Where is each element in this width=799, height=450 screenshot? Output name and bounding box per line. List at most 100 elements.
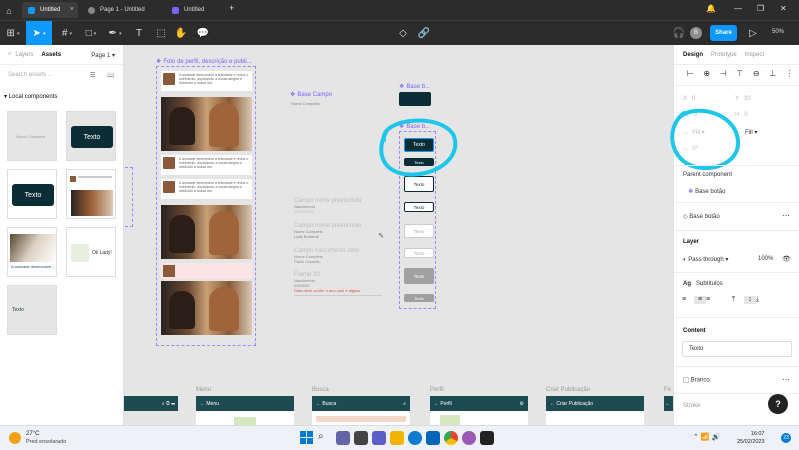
widgets-icon[interactable] [354, 431, 368, 445]
search-icon[interactable]: ⌕ [318, 431, 332, 445]
figma-taskbar-icon[interactable] [480, 431, 494, 445]
tab-untitled-active[interactable]: Untitled × [22, 2, 78, 18]
weather-temp[interactable]: 27°C [26, 431, 39, 437]
component-thumb-4[interactable] [66, 169, 116, 219]
mobile-frame-perfil[interactable]: Perfil ← Perfil ⚙ [430, 387, 528, 425]
close-window-icon[interactable]: ✕ [780, 4, 787, 13]
text-tool-icon[interactable]: T [128, 21, 150, 46]
system-tray-icons[interactable]: ⌃ 📶 🔊 [693, 433, 720, 441]
pen-tool-icon[interactable]: ✒ ▾ [104, 21, 126, 46]
gear-icon[interactable]: ⚙ [520, 401, 524, 407]
text-style-name[interactable]: Subtítulos [696, 281, 723, 287]
maximize-icon[interactable]: ❐ [757, 4, 764, 13]
align-center-h-icon[interactable]: ⊕ [699, 69, 716, 78]
tab-prototype[interactable]: Prototype [711, 52, 737, 58]
tab-inspect[interactable]: Inspect [745, 52, 764, 58]
align-center-v-icon[interactable]: ⊖ [748, 69, 765, 78]
variant-button-disabled-small[interactable]: Texto [404, 294, 434, 302]
library-icon[interactable]: 📖 [107, 72, 114, 79]
edit-icon[interactable]: ✎ [378, 232, 384, 240]
move-tool-icon[interactable]: ➤ ▾ [26, 21, 52, 46]
component-instance[interactable]: ◇ Base botão [683, 213, 720, 220]
new-tab-button[interactable]: + [229, 3, 234, 13]
section-local-components[interactable]: ▾ Local components [0, 93, 123, 100]
y-field[interactable]: Y 30 [735, 96, 751, 102]
align-top-icon[interactable]: ⊤ [732, 69, 749, 78]
tab-design[interactable]: Design [683, 52, 703, 58]
more-options-icon[interactable]: ⋯ [782, 375, 790, 384]
tab-assets[interactable]: Assets [41, 52, 61, 58]
hand-tool-icon[interactable]: ✋ [170, 21, 192, 46]
frame-label-base-b[interactable]: ❖ Base b... [399, 83, 430, 90]
mobile-frame-home[interactable]: ⌕ ◎ ☰ [124, 396, 178, 425]
text-align-center-icon[interactable]: ≡ [694, 296, 706, 304]
back-arrow-icon[interactable]: ← [665, 401, 670, 407]
align-bottom-text-icon[interactable]: ⤓ [756, 296, 768, 304]
chrome-icon[interactable] [444, 431, 458, 445]
component-thumb-1[interactable]: Nome Completo [7, 111, 57, 161]
align-top-text-icon[interactable]: ⤒ [732, 296, 744, 304]
search-icon[interactable]: ⌕ [8, 51, 11, 58]
x-field[interactable]: X 0 [683, 96, 695, 102]
eye-icon[interactable]: 👁 [782, 255, 791, 263]
fill-swatch[interactable]: Branco [683, 377, 710, 384]
comment-tool-icon[interactable]: 💬 [192, 21, 214, 46]
page-selector[interactable]: Page 1 ▾ [91, 52, 115, 59]
edge-icon[interactable] [408, 431, 422, 445]
store-icon[interactable] [426, 431, 440, 445]
align-right-icon[interactable]: ⊣ [715, 69, 732, 78]
tab-untitled-2[interactable]: Untitled [166, 2, 222, 18]
more-options-icon[interactable]: ⋯ [782, 211, 790, 220]
minimize-icon[interactable]: — [734, 4, 742, 13]
frame-tool-icon[interactable]: # ▾ [56, 21, 78, 46]
app-icon[interactable] [462, 431, 476, 445]
variant-button-outline-disabled[interactable]: Texto [404, 224, 434, 238]
component-icon[interactable]: ◇ [392, 21, 414, 46]
frame-foto-perfil[interactable]: A amizade desenvolve a felicidade e redu… [156, 66, 256, 346]
headphones-icon[interactable]: 🎧 [668, 21, 690, 46]
link-icon[interactable]: 🔗 [413, 21, 435, 46]
search-input[interactable]: Search assets... ☰ 📖 [0, 65, 123, 85]
mobile-frame-criar-publicacao[interactable]: Criar Publicação ← Criar Publicação [546, 387, 644, 425]
fill-right-field[interactable]: Fill ▾ [745, 129, 757, 136]
canvas[interactable]: ❖ Foto de perfil, descrição e publi... A … [124, 45, 673, 425]
content-input[interactable]: Texto [682, 341, 792, 357]
task-view-icon[interactable] [336, 431, 350, 445]
clock[interactable]: 16:07 25/02/2023 [737, 430, 765, 446]
list-view-icon[interactable]: ☰ [90, 72, 95, 79]
stroke-section-title[interactable]: Stroke [683, 403, 700, 409]
field-nascimento-zero[interactable]: Campo nascimento zero Nome Completo Paul… [294, 248, 382, 264]
base-button-component[interactable] [399, 92, 431, 106]
share-button[interactable]: Share [710, 25, 737, 41]
shape-tool-icon[interactable]: □ ▾ [80, 21, 102, 46]
close-icon[interactable]: × [70, 6, 74, 13]
search-icon[interactable]: ⌕ [403, 401, 406, 407]
mobile-frame-busca[interactable]: Busca ← Busca ⌕ [312, 387, 410, 425]
field-frame-33[interactable]: Frame 33 Nascimento 00/00/00 Data deve c… [294, 272, 382, 293]
component-thumb-6[interactable]: Oii Lady! [66, 227, 116, 277]
zoom-level[interactable]: 50% [772, 29, 784, 35]
parent-component-link[interactable]: ❖ Base botão [688, 188, 725, 195]
distribute-icon[interactable]: ⋮ [781, 69, 798, 78]
align-left-icon[interactable]: ⊢ [682, 69, 699, 78]
opacity-field[interactable]: 100% [758, 256, 773, 262]
variant-button-outline-disabled-small[interactable]: Texto [404, 248, 434, 258]
main-menu-icon[interactable]: ⊞ ▾ [2, 21, 24, 46]
weather-sun-icon[interactable] [9, 432, 21, 444]
frame-label-foto[interactable]: ❖ Foto de perfil, descrição e publi... [156, 58, 252, 65]
tab-page1-untitled[interactable]: Page 1 - Untitled [82, 2, 162, 18]
windows-start-icon[interactable] [300, 431, 314, 445]
teams-icon[interactable] [372, 431, 386, 445]
align-bottom-icon[interactable]: ⊥ [765, 69, 782, 78]
variant-button-disabled[interactable]: Texto [404, 268, 434, 284]
align-middle-text-icon[interactable]: ↕ [744, 296, 756, 304]
component-thumb-7[interactable]: Texto [7, 285, 57, 335]
mobile-frame-menu[interactable]: Menu ← Menu [196, 387, 294, 425]
resources-tool-icon[interactable]: ⬚ [150, 21, 172, 46]
notifications-icon[interactable]: 🔔 [706, 4, 716, 13]
text-align-right-icon[interactable]: ≡ [706, 296, 732, 304]
avatar[interactable]: B [690, 27, 702, 39]
component-thumb-2[interactable]: Texto [66, 111, 116, 161]
field-nome-preenchido-1[interactable]: Campo nome preenchido Nascimento 00/00/0… [294, 198, 382, 214]
notification-badge[interactable]: 23 [781, 433, 791, 443]
